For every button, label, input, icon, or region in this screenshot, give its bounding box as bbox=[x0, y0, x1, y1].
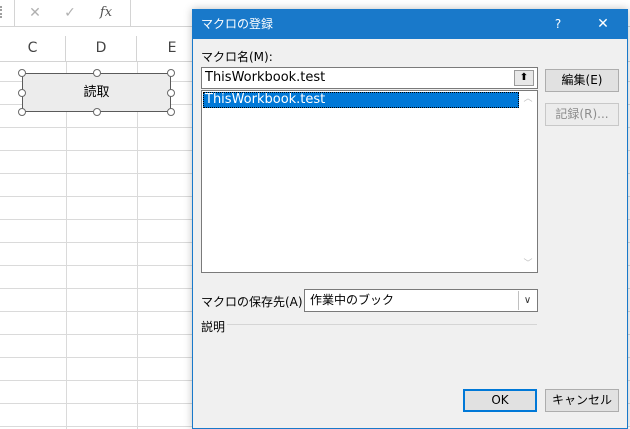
macro-list[interactable]: ThisWorkbook.test ︿ ﹀ bbox=[201, 90, 538, 273]
divider bbox=[14, 0, 15, 26]
macro-name-input[interactable]: ThisWorkbook.test bbox=[201, 67, 538, 89]
resize-handle[interactable] bbox=[167, 69, 175, 77]
resize-handle[interactable] bbox=[167, 108, 175, 116]
resize-handle[interactable] bbox=[18, 69, 26, 77]
dialog-title: マクロの登録 bbox=[201, 17, 274, 31]
collapse-icon[interactable]: ⬆ bbox=[514, 70, 534, 86]
resize-handle[interactable] bbox=[93, 108, 101, 116]
grip-icon bbox=[0, 6, 6, 18]
list-item[interactable]: ThisWorkbook.test bbox=[203, 92, 519, 108]
assign-macro-dialog: マクロの登録 ? ✕ マクロ名(M): ThisWorkbook.test ⬆ … bbox=[192, 9, 628, 429]
scrollbar[interactable]: ︿ ﹀ bbox=[520, 92, 536, 271]
edit-button[interactable]: 編集(E) bbox=[545, 69, 619, 92]
scroll-up-icon[interactable]: ︿ bbox=[520, 92, 536, 106]
store-in-select[interactable]: 作業中のブック ∨ bbox=[304, 289, 538, 312]
resize-handle[interactable] bbox=[93, 69, 101, 77]
close-button[interactable]: ✕ bbox=[591, 10, 615, 39]
divider bbox=[227, 324, 537, 325]
record-button[interactable]: 記録(R)... bbox=[545, 103, 619, 126]
button-shape[interactable]: 読取 bbox=[22, 73, 171, 112]
resize-handle[interactable] bbox=[167, 89, 175, 97]
resize-handle[interactable] bbox=[18, 108, 26, 116]
chevron-down-icon[interactable]: ∨ bbox=[518, 291, 536, 310]
enter-icon[interactable]: ✓ bbox=[58, 2, 82, 24]
ok-button[interactable]: OK bbox=[463, 389, 537, 412]
store-in-value: 作業中のブック bbox=[310, 293, 395, 307]
dialog-title-bar[interactable]: マクロの登録 ? ✕ bbox=[193, 10, 627, 39]
scroll-down-icon[interactable]: ﹀ bbox=[520, 257, 536, 271]
insert-function-icon[interactable]: fx bbox=[94, 2, 118, 24]
help-button[interactable]: ? bbox=[548, 10, 568, 39]
divider bbox=[130, 0, 131, 26]
cancel-entry-icon[interactable]: ✕ bbox=[23, 2, 47, 24]
column-header-c[interactable]: C bbox=[0, 36, 66, 61]
column-header-d[interactable]: D bbox=[66, 36, 137, 61]
macro-name-label: マクロ名(M): bbox=[201, 50, 273, 64]
cancel-button[interactable]: キャンセル bbox=[545, 389, 619, 412]
resize-handle[interactable] bbox=[18, 89, 26, 97]
description-label: 説明 bbox=[201, 320, 226, 334]
store-in-label: マクロの保存先(A): bbox=[201, 295, 307, 309]
